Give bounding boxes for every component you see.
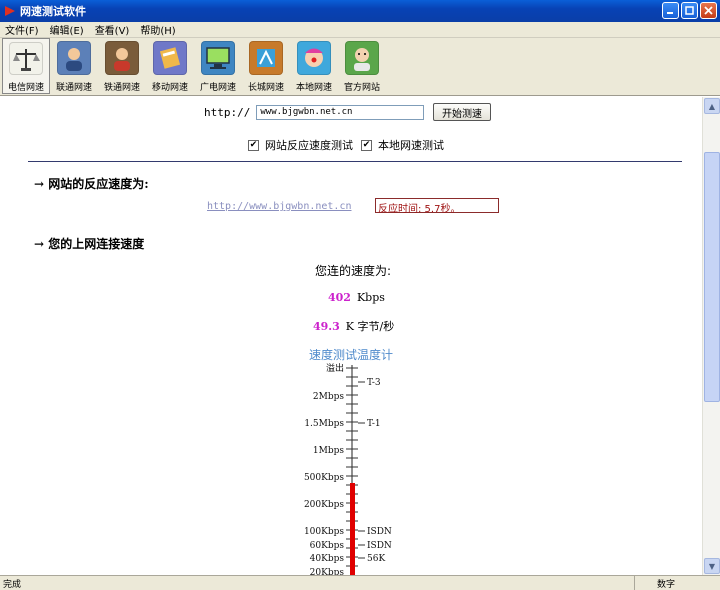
minimize-button[interactable]: [662, 2, 679, 19]
speed-thermometer: 溢出 2Mbps 1.5Mbps 1Mbps 500Kbps 200Kbps 100Kbps…: [304, 362, 392, 575]
app-icon: [5, 6, 15, 16]
content-area: http:// www.bjgwbn.net.cn 开始测速 ✔ 网站反应速度测…: [0, 97, 702, 575]
toolbar-label: 官方网站: [343, 83, 380, 93]
menu-help[interactable]: 帮助(H): [135, 22, 181, 37]
meter-label-right: T-1: [367, 419, 381, 429]
response-link[interactable]: http://www.bjgwbn.net.cn: [207, 201, 352, 212]
toolbar-button-official[interactable]: 官方网站: [338, 38, 386, 94]
meter-label-left: 40Kbps: [310, 554, 345, 564]
maximize-icon: [685, 6, 694, 15]
scroll-down-button[interactable]: ▼: [704, 558, 720, 574]
url-row: http:// www.bjgwbn.net.cn: [204, 105, 425, 120]
meter-label-left: 溢出: [326, 362, 344, 374]
speed-title: 您连的速度为:: [315, 264, 392, 278]
toolbar-button-telecom[interactable]: 电信网速: [2, 38, 50, 94]
kb-value: 49.3: [313, 320, 340, 333]
toolbar-label: 长城网速: [247, 83, 284, 93]
toolbar-label: 广电网速: [199, 83, 236, 93]
local-test-checkbox[interactable]: ✔: [361, 139, 372, 151]
meter-label-left: 200Kbps: [304, 500, 344, 510]
kbps-value: 402: [328, 291, 351, 304]
toolbar-label: 联通网速: [55, 83, 92, 93]
meter-label-right: T-3: [367, 378, 381, 388]
toolbar-button-unicom[interactable]: 联通网速: [50, 38, 98, 94]
toolbar-label: 本地网速: [295, 83, 332, 93]
meter-label-right: ISDN: [367, 541, 392, 551]
toolbar-button-broadcast[interactable]: 广电网速: [194, 38, 242, 94]
meter-title: 速度测试温度计: [309, 348, 394, 362]
test-options: ✔ 网站反应速度测试 ✔ 本地网速测试: [248, 137, 452, 153]
book-icon: [249, 41, 283, 75]
start-test-button[interactable]: 开始测速: [433, 103, 491, 121]
status-numlock: 数字: [634, 576, 704, 590]
kbps-unit: Kbps: [356, 291, 385, 304]
menu-view[interactable]: 查看(V): [90, 22, 136, 37]
url-input[interactable]: www.bjgwbn.net.cn: [256, 105, 425, 120]
close-icon: [704, 6, 713, 15]
scale-icon: [9, 42, 43, 75]
status-text: 完成: [3, 580, 22, 590]
vertical-scrollbar[interactable]: ▲ ▼: [702, 97, 720, 575]
meter-label-left: 100Kbps: [304, 527, 344, 537]
toolbar-button-greatwall[interactable]: 长城网速: [242, 38, 290, 94]
toolbar-button-mobile[interactable]: 移动网速: [146, 38, 194, 94]
scroll-thumb[interactable]: [704, 152, 720, 402]
person-icon: [345, 41, 379, 75]
toolbar-label: 铁通网速: [103, 83, 140, 93]
person-icon: [105, 41, 139, 75]
kbps-row: 402 Kbps: [328, 291, 385, 304]
toolbar-button-local[interactable]: 本地网速: [290, 38, 338, 94]
website-test-label: 网站反应速度测试: [265, 139, 353, 152]
window-controls: [662, 2, 717, 19]
meter-label-right: 56K: [367, 554, 385, 564]
clown-icon: [297, 41, 331, 75]
status-bar: 完成 数字: [0, 575, 720, 590]
person-icon: [57, 41, 91, 75]
scroll-up-button[interactable]: ▲: [704, 98, 720, 114]
response-result: 反应时间: 5.7秒。: [375, 198, 499, 215]
toolbar-button-railcom[interactable]: 铁通网速: [98, 38, 146, 94]
maximize-button[interactable]: [681, 2, 698, 19]
book-icon: [153, 41, 187, 75]
divider: [28, 161, 682, 162]
local-test-label: 本地网速测试: [378, 139, 444, 152]
menu-file[interactable]: 文件(F): [0, 22, 45, 37]
meter-label-left: 60Kbps: [310, 541, 345, 551]
meter-label-left: 2Mbps: [313, 392, 344, 402]
window-title: 网速测试软件: [20, 5, 86, 18]
meter-label-left: 20Kbps: [310, 568, 345, 575]
toolbar-label: 移动网速: [151, 83, 188, 93]
meter-label-right: ISDN: [367, 527, 392, 537]
monitor-icon: [201, 41, 235, 75]
speed-heading: → 您的上网连接速度: [34, 237, 145, 251]
meter-label-left: 500Kbps: [304, 473, 344, 483]
title-bar: 网速测试软件: [0, 0, 720, 22]
menu-edit[interactable]: 编辑(E): [45, 22, 90, 37]
meter-label-left: 1Mbps: [313, 446, 344, 456]
meter-label-left: 1.5Mbps: [304, 419, 344, 429]
kb-row: 49.3 K 字节/秒: [313, 318, 394, 334]
website-test-checkbox[interactable]: ✔: [248, 139, 259, 151]
menu-bar: 文件(F) 编辑(E) 查看(V) 帮助(H): [0, 22, 720, 38]
toolbar-label: 电信网速: [7, 83, 44, 93]
close-button[interactable]: [700, 2, 717, 19]
toolbar: 电信网速 联通网速 铁通网速 移动网速 广电网速 长城网速 本地网速 官方网站: [0, 38, 720, 96]
kb-unit: K 字节/秒: [345, 320, 395, 333]
minimize-icon: [667, 12, 673, 14]
response-heading: → 网站的反应速度为:: [34, 177, 149, 191]
url-label: http://: [204, 106, 251, 119]
meter-fill: [350, 483, 355, 575]
